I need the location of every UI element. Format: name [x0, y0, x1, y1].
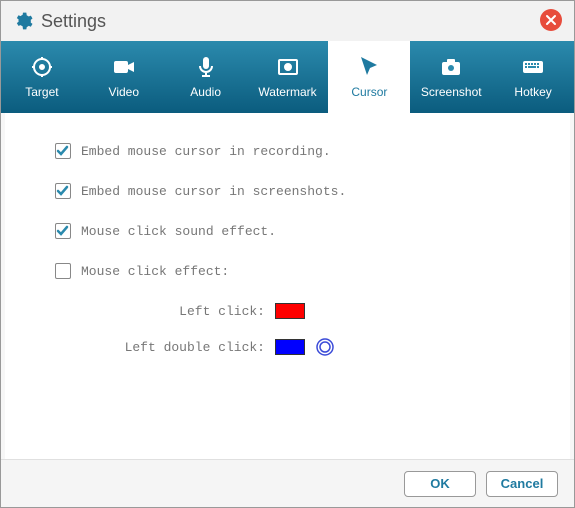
left-click-color-swatch[interactable]	[275, 303, 305, 319]
option-embed-screenshots: Embed mouse cursor in screenshots.	[55, 183, 520, 199]
checkbox-click-effect[interactable]	[55, 263, 71, 279]
gear-icon	[13, 11, 33, 31]
tab-screenshot[interactable]: Screenshot	[410, 41, 492, 113]
close-button[interactable]	[540, 9, 562, 31]
tab-target[interactable]: Target	[1, 41, 83, 113]
tab-hotkey[interactable]: Hotkey	[492, 41, 574, 113]
option-embed-recording: Embed mouse cursor in recording.	[55, 143, 520, 159]
footer: OK Cancel	[1, 459, 574, 507]
ok-button[interactable]: OK	[404, 471, 476, 497]
tab-audio[interactable]: Audio	[165, 41, 247, 113]
option-click-effect: Mouse click effect:	[55, 263, 520, 279]
tab-label: Video	[109, 85, 139, 99]
window-title: Settings	[41, 11, 106, 32]
color-settings: Left click: Left double click:	[115, 303, 520, 357]
content-panel: Embed mouse cursor in recording. Embed m…	[5, 113, 570, 459]
tab-label: Audio	[190, 85, 221, 99]
tab-video[interactable]: Video	[83, 41, 165, 113]
tab-label: Target	[25, 85, 58, 99]
checkbox-click-sound[interactable]	[55, 223, 71, 239]
left-click-label: Left click:	[115, 304, 265, 319]
double-click-ring-icon	[315, 337, 335, 357]
checkbox-embed-screenshots[interactable]	[55, 183, 71, 199]
tab-watermark[interactable]: Watermark	[247, 41, 329, 113]
left-double-click-color-swatch[interactable]	[275, 339, 305, 355]
left-double-click-row: Left double click:	[115, 337, 520, 357]
left-double-click-label: Left double click:	[115, 340, 265, 355]
tab-label: Hotkey	[514, 85, 551, 99]
checkbox-embed-recording[interactable]	[55, 143, 71, 159]
cancel-button[interactable]: Cancel	[486, 471, 558, 497]
option-label: Embed mouse cursor in screenshots.	[81, 184, 346, 199]
option-label: Mouse click effect:	[81, 264, 229, 279]
tab-label: Cursor	[351, 85, 387, 99]
option-label: Embed mouse cursor in recording.	[81, 144, 331, 159]
settings-window: Settings Target Video Audio Watermark Cu…	[0, 0, 575, 508]
titlebar: Settings	[1, 1, 574, 41]
tab-cursor[interactable]: Cursor	[328, 41, 410, 113]
option-label: Mouse click sound effect.	[81, 224, 276, 239]
left-click-row: Left click:	[115, 303, 520, 319]
tab-label: Watermark	[258, 85, 316, 99]
tab-label: Screenshot	[421, 85, 482, 99]
tab-bar: Target Video Audio Watermark Cursor Scre…	[1, 41, 574, 113]
option-click-sound: Mouse click sound effect.	[55, 223, 520, 239]
